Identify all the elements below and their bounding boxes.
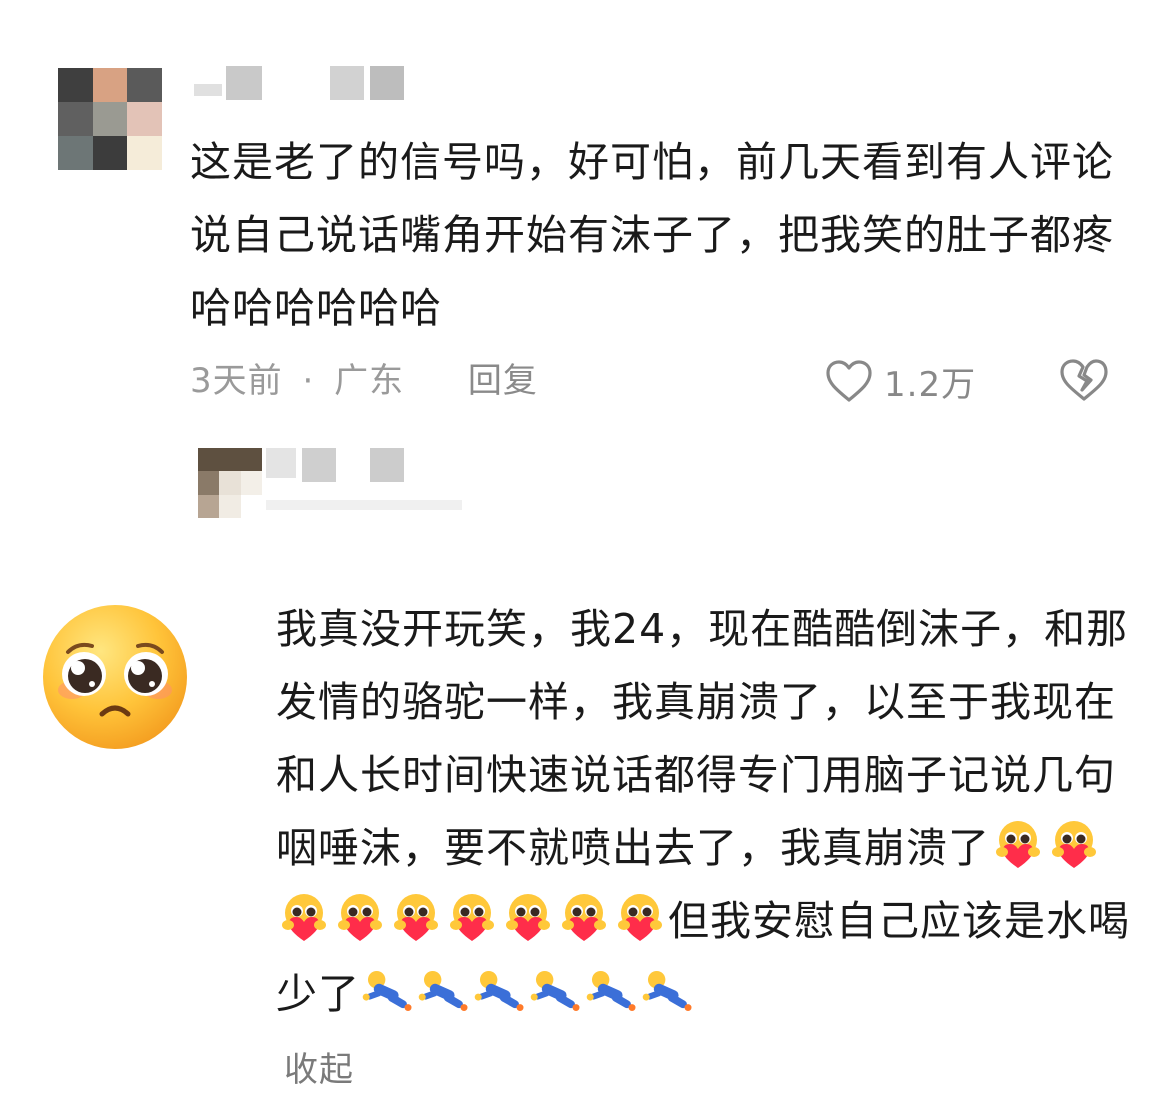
like-count: 1.2万 (884, 364, 977, 405)
heart-face-emoji (613, 891, 667, 945)
falling-emoji-row (360, 970, 696, 1018)
dislike-button[interactable] (1058, 356, 1110, 406)
heart-face-emoji (389, 891, 443, 945)
comment-avatar[interactable] (58, 68, 162, 170)
heart-face-emoji (277, 891, 331, 945)
pleading-face-sticker (43, 605, 187, 749)
reply-text: 我真没开玩笑，我24，现在酷酷倒沫子，和那发情的骆驼一样，我真崩溃了，以至于我现… (276, 520, 1136, 1107)
reply-username-blurred[interactable] (262, 448, 472, 524)
falling-person-emoji (585, 964, 639, 1018)
like-button[interactable]: 1.2万 (824, 356, 976, 406)
heart-face-emoji (557, 891, 611, 945)
comment-username-blurred[interactable] (190, 66, 410, 104)
broken-heart-icon (1060, 359, 1108, 401)
comment-location: 广东 (334, 361, 405, 401)
collapse-button[interactable]: 收起 (284, 1050, 354, 1090)
heart-face-emoji (1047, 818, 1101, 872)
falling-person-emoji (529, 964, 583, 1018)
heart-face-emoji (501, 891, 555, 945)
heart-face-emoji (445, 891, 499, 945)
meta-separator: · (302, 361, 315, 401)
reply-avatar[interactable] (198, 448, 262, 518)
comment-time: 3天前 (190, 361, 283, 401)
comment-text: 这是老了的信号吗，好可怕，前几天看到有人评论说自己说话嘴角开始有沫子了，把我笑的… (190, 138, 1114, 332)
falling-person-emoji (641, 964, 695, 1018)
heart-face-emoji (333, 891, 387, 945)
reply-button[interactable]: 回复 (468, 361, 538, 401)
heart-outline-icon (826, 360, 872, 402)
falling-person-emoji (473, 964, 527, 1018)
heart-face-emoji (991, 818, 1045, 872)
comment-meta: 3天前 · 广东 回复 (190, 358, 538, 404)
falling-person-emoji (361, 964, 415, 1018)
falling-person-emoji (417, 964, 471, 1018)
